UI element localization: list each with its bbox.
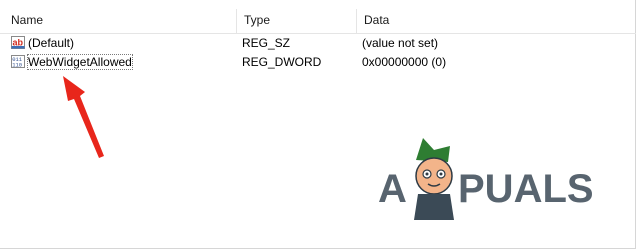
registry-values-pane: Name Type Data ab (Default) REG_SZ (valu… bbox=[0, 0, 636, 249]
appuals-watermark: A PUALS bbox=[378, 138, 594, 220]
watermark-letter-a: A bbox=[378, 167, 407, 211]
watermark-text: PUALS bbox=[458, 167, 594, 211]
appuals-mascot-logo bbox=[414, 138, 454, 220]
